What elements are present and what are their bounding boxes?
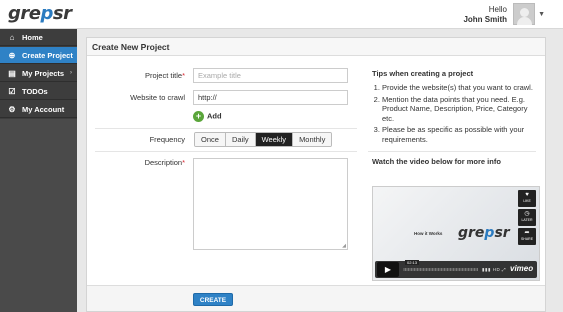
create-project-panel: Create New Project Project title* Exampl… bbox=[86, 37, 546, 312]
plus-icon: ⊕ bbox=[8, 51, 16, 60]
description-label: Description* bbox=[95, 158, 185, 167]
share-icon: ➦ bbox=[524, 230, 530, 236]
divider bbox=[95, 128, 357, 129]
logo-part: sr bbox=[52, 3, 72, 24]
sidebar-item-my-account[interactable]: ⚙ My Account bbox=[0, 101, 77, 118]
tip-item: Provide the website(s) that you want to … bbox=[382, 83, 537, 93]
share-label: SHARE bbox=[520, 237, 534, 241]
volume-quality[interactable]: ▮▮▮ HD ⤢ bbox=[482, 267, 506, 273]
play-icon[interactable]: ▶ bbox=[377, 262, 399, 277]
logo-part: gre bbox=[8, 3, 41, 24]
label-text: Description bbox=[144, 158, 183, 167]
chevron-right-icon: › bbox=[70, 70, 72, 76]
frequency-monthly-button[interactable]: Monthly bbox=[293, 133, 332, 146]
sidebar-item-label: Create Project bbox=[22, 51, 73, 60]
like-label: LIKE bbox=[523, 199, 531, 203]
fullscreen-icon[interactable]: ⤢ bbox=[502, 267, 506, 272]
frequency-label: Frequency bbox=[149, 135, 185, 144]
user-info: Hello John Smith bbox=[463, 5, 507, 25]
label-text: Project title bbox=[144, 71, 183, 80]
add-label: Add bbox=[207, 111, 222, 121]
website-input[interactable]: http:// bbox=[193, 90, 348, 105]
folder-icon: ▤ bbox=[8, 69, 16, 78]
divider bbox=[95, 151, 357, 152]
sidebar: ⌂ Home ⊕ Create Project ▤ My Projects › … bbox=[0, 29, 77, 312]
tip-item: Mention the data points that you need. E… bbox=[382, 95, 537, 124]
top-bar: grepsr Hello John Smith ▼ bbox=[0, 0, 563, 29]
frequency-daily-button[interactable]: Daily bbox=[225, 133, 256, 146]
user-name: John Smith bbox=[463, 15, 507, 24]
tips-heading: Tips when creating a project bbox=[372, 69, 474, 78]
sidebar-item-home[interactable]: ⌂ Home bbox=[0, 29, 77, 46]
hd-badge[interactable]: HD bbox=[493, 267, 501, 272]
frequency-weekly-button[interactable]: Weekly bbox=[255, 133, 294, 146]
add-website-button[interactable]: + Add bbox=[193, 111, 222, 122]
video-player[interactable]: How it Works grepsr ♥ LIKE ◷ LATER ➦ SHARE … bbox=[372, 186, 540, 281]
tip-item: Please be as specific as possible with y… bbox=[382, 125, 537, 144]
project-title-label: Project title* bbox=[95, 71, 185, 80]
video-controls: ▶ 02:13 ▮▮▮ HD ⤢ vimeo bbox=[375, 260, 537, 278]
tips-list: Provide the website(s) that you want to … bbox=[372, 83, 537, 144]
sidebar-item-my-projects[interactable]: ▤ My Projects › bbox=[0, 65, 77, 82]
form-footer: CREATE bbox=[87, 285, 545, 311]
like-button[interactable]: ♥ LIKE bbox=[518, 190, 536, 207]
gear-icon: ⚙ bbox=[8, 105, 16, 114]
logo-part: gre bbox=[458, 225, 485, 241]
sidebar-background bbox=[0, 119, 77, 312]
logo-part-accent: p bbox=[484, 225, 495, 241]
user-menu-chevron-down-icon[interactable]: ▼ bbox=[538, 11, 545, 18]
divider bbox=[368, 151, 536, 152]
video-title-text: How it Works bbox=[414, 231, 443, 236]
required-mark: * bbox=[182, 71, 185, 80]
sidebar-item-label: My Projects bbox=[22, 69, 65, 78]
video-logo: grepsr bbox=[458, 225, 510, 241]
watch-later-button[interactable]: ◷ LATER bbox=[518, 209, 536, 226]
frequency-selector: Once Daily Weekly Monthly bbox=[194, 132, 333, 147]
create-button[interactable]: CREATE bbox=[193, 293, 233, 306]
website-label: Website to crawl bbox=[130, 93, 185, 102]
page-title: Create New Project bbox=[87, 38, 545, 56]
share-button[interactable]: ➦ SHARE bbox=[518, 228, 536, 245]
checklist-icon: ☑ bbox=[8, 87, 16, 96]
clock-icon: ◷ bbox=[524, 211, 530, 217]
user-greeting: Hello bbox=[488, 5, 507, 14]
logo-part-accent: p bbox=[40, 3, 53, 24]
vimeo-logo[interactable]: vimeo bbox=[510, 264, 533, 273]
sidebar-item-label: TODOs bbox=[22, 87, 48, 96]
sidebar-item-label: My Account bbox=[22, 105, 65, 114]
heart-icon: ♥ bbox=[525, 192, 529, 198]
sidebar-item-todos[interactable]: ☑ TODOs bbox=[0, 83, 77, 100]
frequency-once-button[interactable]: Once bbox=[195, 133, 226, 146]
avatar[interactable] bbox=[513, 3, 535, 25]
grepsr-logo[interactable]: grepsr bbox=[8, 3, 72, 24]
video-progress-bar[interactable] bbox=[403, 268, 478, 271]
home-icon: ⌂ bbox=[9, 33, 15, 42]
plus-icon: + bbox=[193, 111, 204, 122]
project-title-input[interactable]: Example title bbox=[193, 68, 348, 83]
tips-section: Tips when creating a project Provide the… bbox=[368, 69, 537, 171]
description-textarea[interactable] bbox=[193, 158, 348, 250]
video-heading: Watch the video below for more info bbox=[372, 157, 501, 166]
sidebar-item-label: Home bbox=[22, 33, 43, 42]
video-time: 02:13 bbox=[405, 260, 420, 265]
later-label: LATER bbox=[521, 218, 533, 222]
volume-icon: ▮▮▮ bbox=[482, 267, 491, 272]
sidebar-item-create-project[interactable]: ⊕ Create Project bbox=[0, 47, 77, 64]
required-mark: * bbox=[182, 158, 185, 167]
logo-part: sr bbox=[494, 225, 510, 241]
